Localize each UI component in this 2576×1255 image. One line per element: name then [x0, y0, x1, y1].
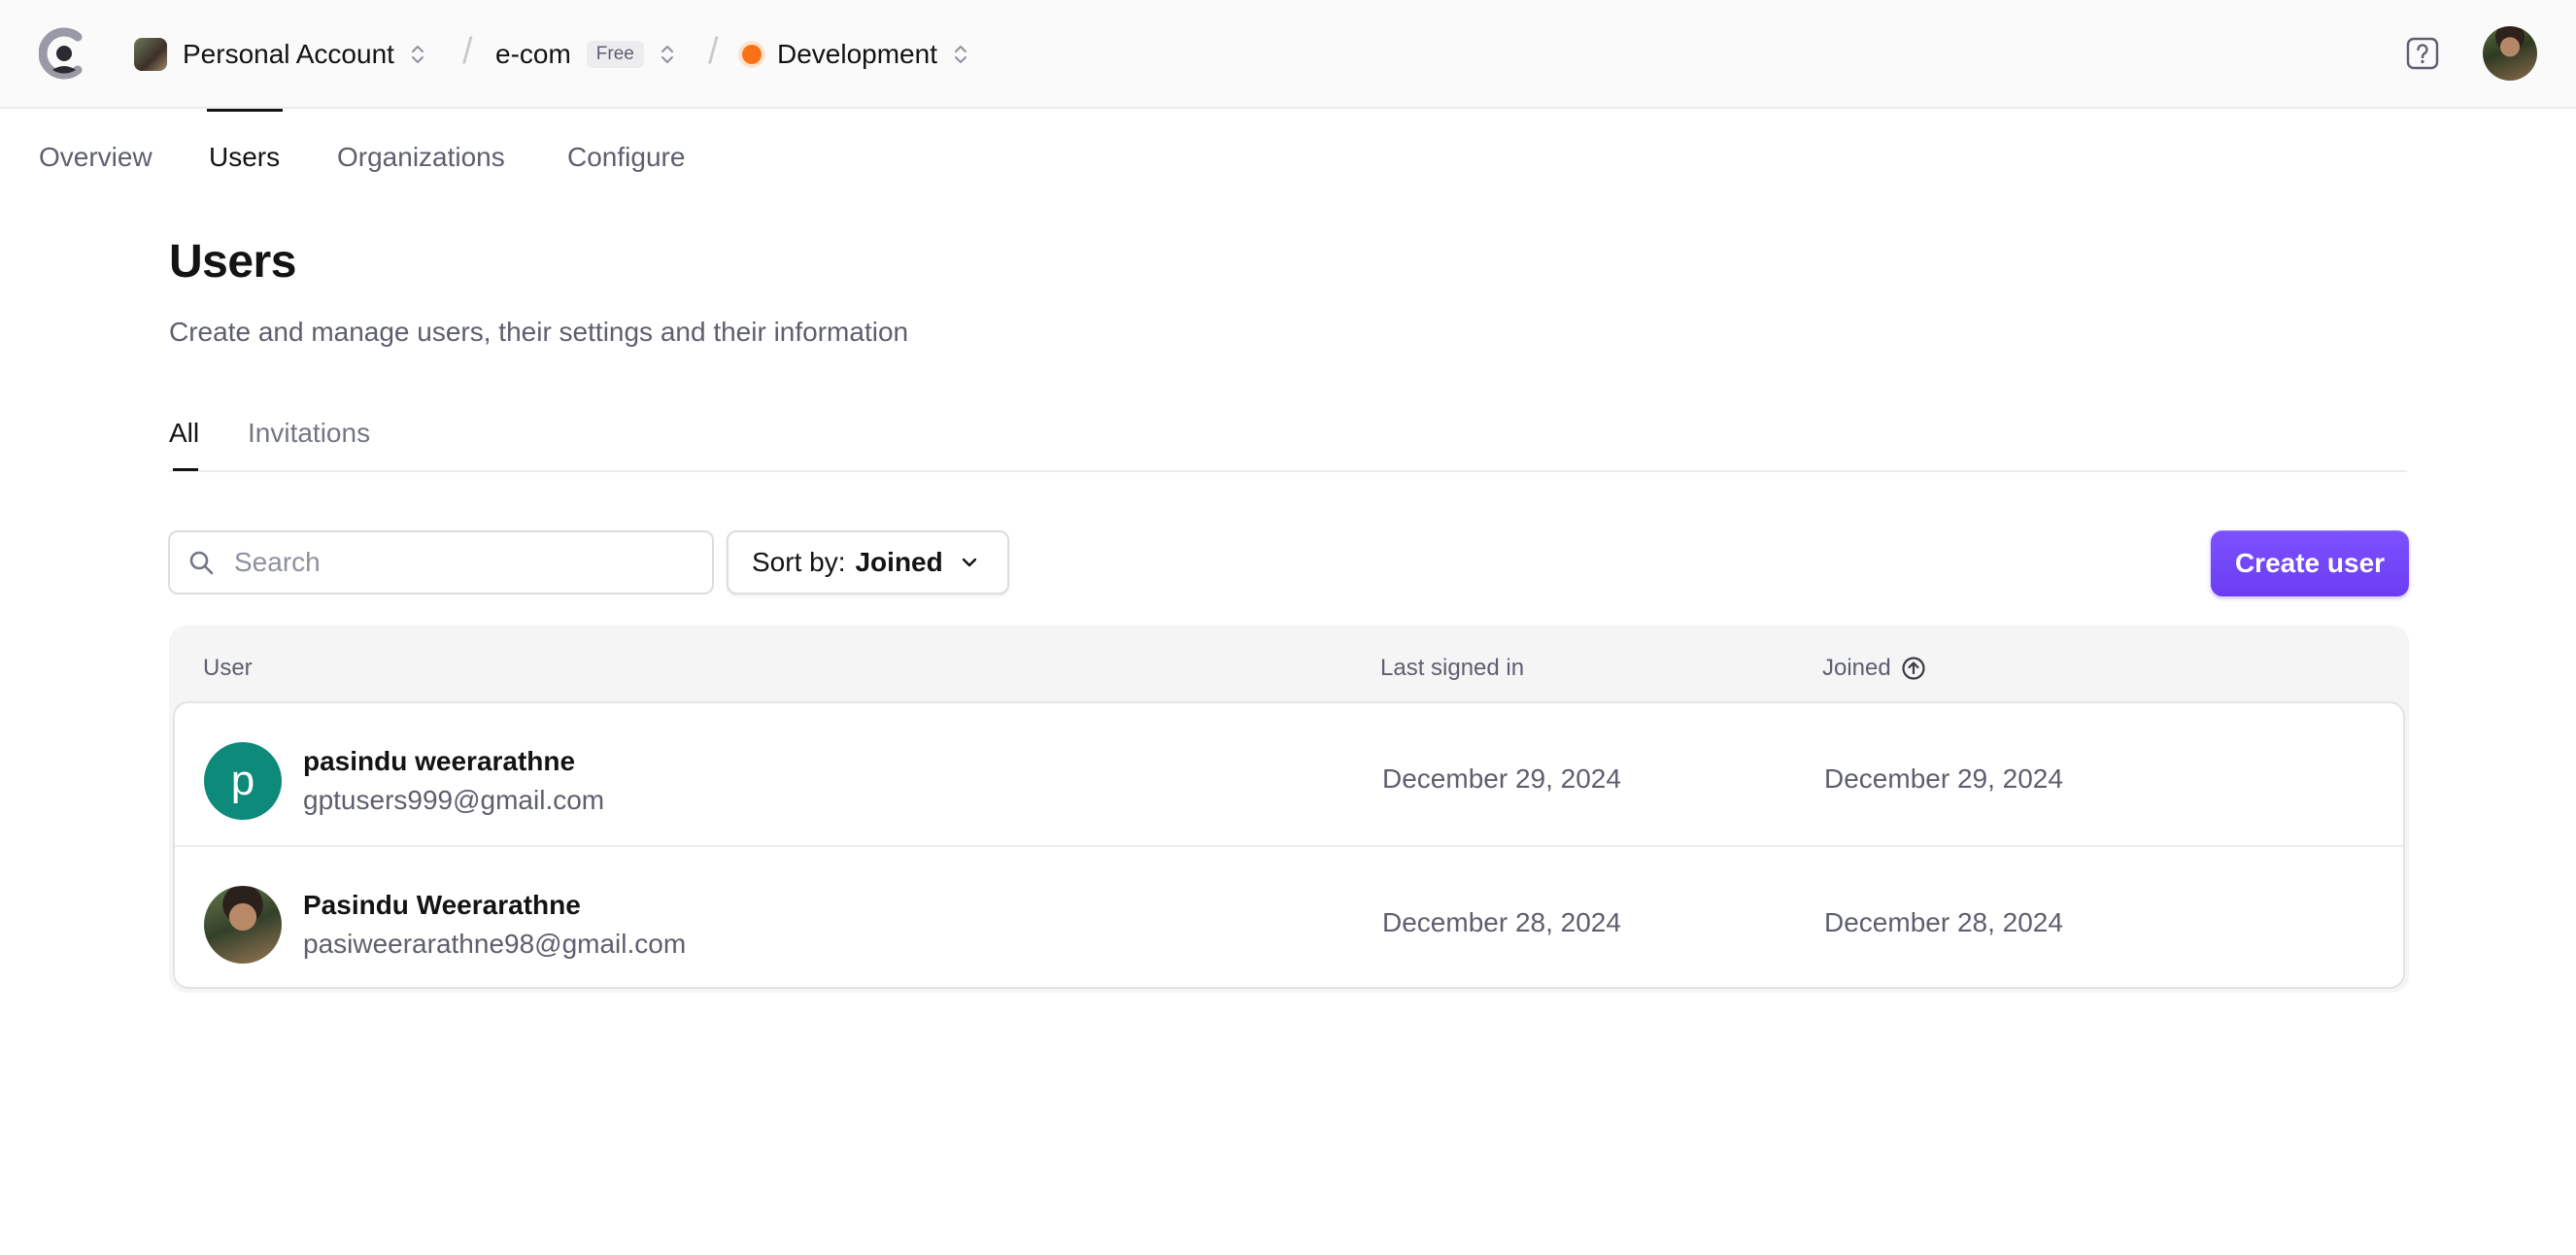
chevron-updown-icon — [411, 46, 424, 63]
user-name: Pasindu Weerarathne — [303, 890, 581, 920]
environment-label: Development — [777, 39, 937, 69]
avatar: p — [204, 742, 282, 820]
app-switcher[interactable]: e-com Free — [495, 27, 675, 82]
column-header-joined[interactable]: Joined — [1822, 655, 1926, 682]
table-row[interactable]: p pasindu weerarathne gptusers999@gmail.… — [175, 703, 2403, 845]
create-user-button[interactable]: Create user — [2211, 530, 2409, 596]
active-sub-tab-indicator — [173, 468, 198, 471]
breadcrumb-separator: / — [462, 31, 473, 72]
sub-tab-invitations[interactable]: Invitations — [248, 418, 370, 449]
tab-overview[interactable]: Overview — [39, 142, 153, 173]
user-email: pasiweerarathne98@gmail.com — [303, 929, 687, 959]
clerk-logo-icon[interactable] — [39, 27, 87, 80]
users-table: User Last signed in Joined p pasindu wee… — [169, 626, 2409, 993]
user-name: pasindu weerarathne — [303, 746, 576, 776]
sort-prefix: Sort by: — [752, 547, 846, 577]
main-nav: Overview Users Organizations Configure — [0, 109, 2576, 206]
table-row[interactable]: Pasindu Weerarathne pasiweerarathne98@gm… — [175, 845, 2403, 987]
tab-configure[interactable]: Configure — [567, 142, 685, 173]
plan-badge: Free — [586, 41, 644, 68]
sort-dropdown[interactable]: Sort by: Joined — [727, 530, 1009, 594]
search-input[interactable] — [232, 546, 683, 579]
app-label: e-com — [495, 39, 571, 69]
tab-users[interactable]: Users — [209, 142, 280, 173]
chevron-down-icon — [962, 558, 976, 567]
tab-organizations[interactable]: Organizations — [337, 142, 505, 173]
breadcrumb-separator: / — [708, 31, 719, 72]
column-header-user[interactable]: User — [203, 655, 253, 682]
page-description: Create and manage users, their settings … — [169, 317, 909, 347]
users-sub-tabs: All Invitations — [169, 418, 2407, 472]
column-header-last-signed-in[interactable]: Last signed in — [1380, 655, 1524, 682]
environment-switcher[interactable]: Development — [742, 27, 968, 82]
joined-date: December 28, 2024 — [1824, 907, 2063, 937]
chevron-updown-icon — [661, 46, 673, 63]
chevron-updown-icon — [954, 46, 966, 63]
search-icon — [189, 551, 214, 575]
table-body: p pasindu weerarathne gptusers999@gmail.… — [173, 701, 2405, 989]
help-icon[interactable] — [2406, 37, 2439, 70]
page-title: Users — [169, 236, 296, 288]
user-avatar[interactable] — [2483, 26, 2537, 81]
account-switcher[interactable]: Personal Account — [134, 27, 425, 82]
sub-tab-all[interactable]: All — [169, 418, 199, 449]
user-email: gptusers999@gmail.com — [303, 785, 605, 815]
account-avatar — [134, 38, 167, 71]
sort-value: Joined — [855, 547, 943, 577]
avatar — [204, 886, 282, 964]
environment-status-dot — [742, 45, 762, 64]
account-label: Personal Account — [183, 39, 394, 69]
last-signed-in: December 28, 2024 — [1382, 907, 1621, 937]
joined-date: December 29, 2024 — [1824, 763, 2063, 794]
top-bar: Personal Account / e-com Free / Developm… — [0, 0, 2576, 109]
arrow-up-circle-icon — [1902, 657, 1925, 680]
last-signed-in: December 29, 2024 — [1382, 763, 1621, 794]
active-tab-indicator — [207, 109, 283, 112]
search-box[interactable] — [168, 530, 714, 594]
